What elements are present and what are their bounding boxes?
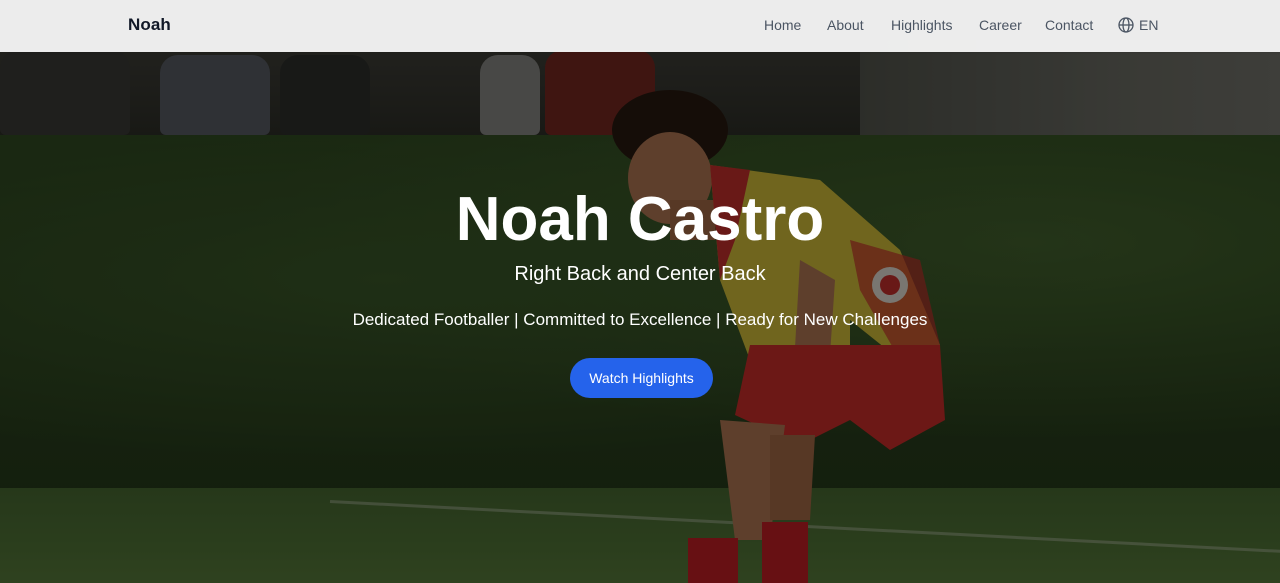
- nav-link-about[interactable]: About: [827, 17, 864, 33]
- language-label: EN: [1139, 17, 1159, 33]
- hero-background: [0, 0, 1280, 583]
- brand-logo-link[interactable]: Noah: [128, 15, 171, 35]
- nav-link-career[interactable]: Career: [979, 17, 1022, 33]
- hero-tagline: Dedicated Footballer | Committed to Exce…: [352, 310, 928, 329]
- nav-link-highlights[interactable]: Highlights: [891, 17, 952, 33]
- language-selector[interactable]: EN: [1118, 17, 1158, 33]
- nav-link-contact[interactable]: Contact: [1045, 17, 1093, 33]
- nav-link-home[interactable]: Home: [764, 17, 801, 33]
- hero-title: Noah Castro: [455, 185, 825, 254]
- hero-subtitle: Right Back and Center Back: [514, 263, 766, 285]
- top-navbar: Noah Home About Highlights Career Contac…: [0, 0, 1280, 52]
- globe-icon: [1118, 17, 1134, 33]
- watch-highlights-button[interactable]: Watch Highlights: [570, 358, 713, 398]
- hero-dark-overlay: [0, 0, 1280, 583]
